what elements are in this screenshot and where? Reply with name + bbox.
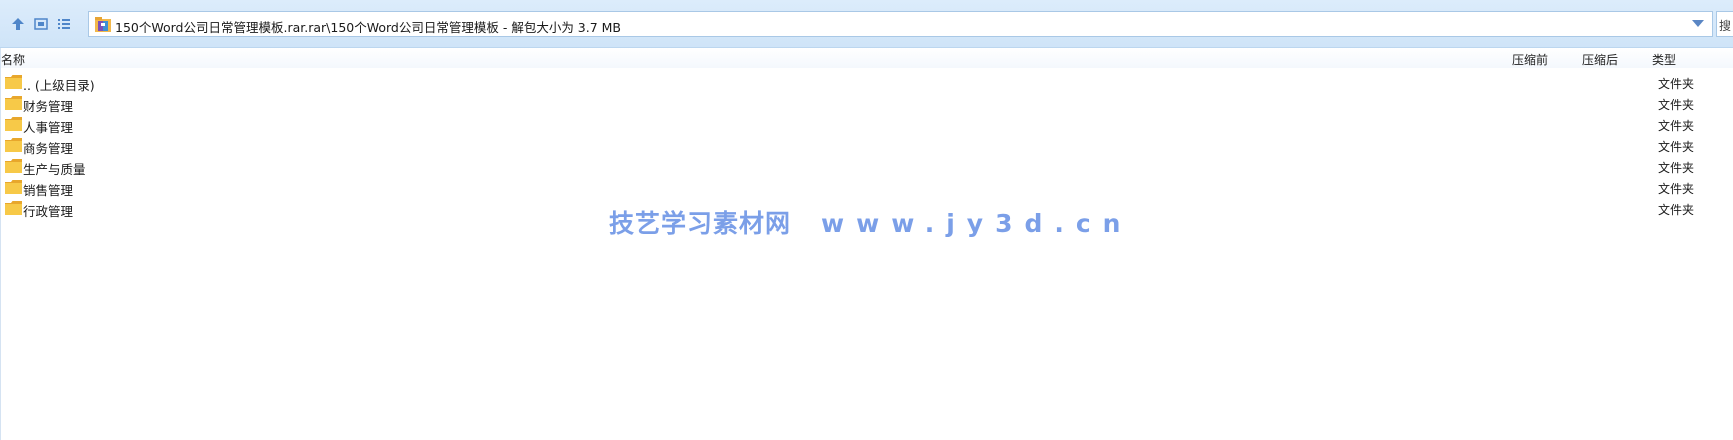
list-item[interactable]: .. (上级目录) 文件夹 bbox=[0, 72, 1733, 93]
folder-icon bbox=[5, 117, 22, 131]
watermark: 技艺学习素材网 www.jy3d.cn bbox=[609, 204, 1132, 240]
folder-icon bbox=[5, 201, 22, 215]
list-item[interactable]: 财务管理 文件夹 bbox=[0, 93, 1733, 114]
item-name: 行政管理 bbox=[23, 204, 74, 219]
arrow-up-icon bbox=[12, 18, 24, 30]
thumbnail-view-icon bbox=[34, 18, 48, 30]
watermark-site-name: 技艺学习素材网 bbox=[609, 209, 792, 238]
column-header: 名称 压缩前 压缩后 类型 bbox=[0, 48, 1733, 68]
folder-icon bbox=[5, 75, 22, 89]
folder-icon bbox=[5, 159, 22, 173]
item-name: 人事管理 bbox=[23, 120, 74, 135]
item-name: 财务管理 bbox=[23, 99, 74, 114]
column-name[interactable]: 名称 bbox=[1, 51, 25, 68]
file-list: .. (上级目录) 文件夹 财务管理 文件夹 人事管理 文件夹 商务管理 文件夹… bbox=[0, 72, 1733, 219]
item-type: 文件夹 bbox=[1658, 182, 1695, 196]
search-label: 搜 bbox=[1719, 19, 1732, 33]
item-type: 文件夹 bbox=[1658, 98, 1695, 112]
thumbnail-view-button[interactable] bbox=[32, 15, 50, 33]
item-name: 生产与质量 bbox=[23, 162, 86, 177]
column-compressed[interactable]: 压缩前 bbox=[1512, 51, 1548, 68]
archive-icon bbox=[95, 17, 111, 32]
item-name: 销售管理 bbox=[23, 183, 74, 198]
up-button[interactable] bbox=[9, 15, 27, 33]
item-type: 文件夹 bbox=[1658, 161, 1695, 175]
list-view-button[interactable] bbox=[55, 15, 73, 33]
item-type: 文件夹 bbox=[1658, 203, 1695, 217]
column-type[interactable]: 类型 bbox=[1652, 51, 1676, 68]
address-path: 150个Word公司日常管理模板.rar.rar\150个Word公司日常管理模… bbox=[115, 20, 622, 35]
list-item[interactable]: 商务管理 文件夹 bbox=[0, 135, 1733, 156]
archive-browser-window: 150个Word公司日常管理模板.rar.rar\150个Word公司日常管理模… bbox=[0, 0, 1733, 440]
item-type: 文件夹 bbox=[1658, 140, 1695, 154]
item-name: 商务管理 bbox=[23, 141, 74, 156]
folder-icon bbox=[5, 180, 22, 194]
list-item[interactable]: 人事管理 文件夹 bbox=[0, 114, 1733, 135]
chevron-down-icon[interactable] bbox=[1692, 20, 1704, 27]
item-name: .. (上级目录) bbox=[23, 78, 95, 93]
navigation-toolbar: 150个Word公司日常管理模板.rar.rar\150个Word公司日常管理模… bbox=[0, 0, 1733, 48]
list-item[interactable]: 生产与质量 文件夹 bbox=[0, 156, 1733, 177]
address-bar[interactable]: 150个Word公司日常管理模板.rar.rar\150个Word公司日常管理模… bbox=[88, 11, 1713, 37]
item-type: 文件夹 bbox=[1658, 77, 1695, 91]
watermark-url: www.jy3d.cn bbox=[821, 209, 1133, 238]
folder-icon bbox=[5, 138, 22, 152]
item-type: 文件夹 bbox=[1658, 119, 1695, 133]
folder-icon bbox=[5, 96, 22, 110]
list-item[interactable]: 销售管理 文件夹 bbox=[0, 177, 1733, 198]
list-view-icon bbox=[58, 19, 70, 29]
column-uncompressed[interactable]: 压缩后 bbox=[1582, 51, 1618, 68]
search-input[interactable]: 搜 bbox=[1716, 11, 1733, 37]
